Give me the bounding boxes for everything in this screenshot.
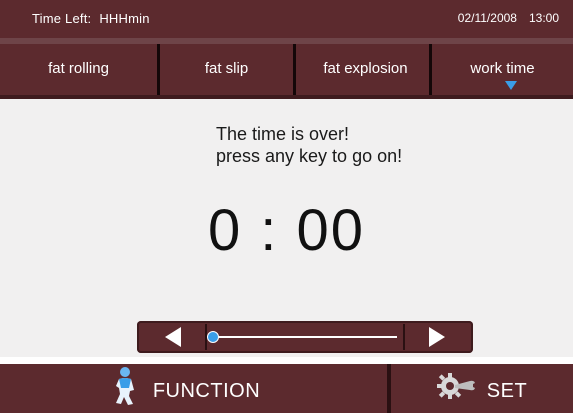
person-icon (113, 366, 139, 412)
slider-track-line (213, 336, 397, 338)
bottom-bar: FUNCTION SET (0, 364, 573, 413)
tab-label: fat explosion (323, 60, 408, 77)
function-button[interactable]: FUNCTION (0, 364, 387, 413)
tab-work-time[interactable]: work time (432, 44, 573, 95)
set-button-label: SET (486, 380, 528, 402)
message-line-1: The time is over! (216, 124, 350, 144)
message-line-2: press any key to go on! (216, 146, 403, 166)
tab-bar: fat rolling fat slip fat explosion work … (0, 44, 573, 95)
status-time: 13:00 (528, 11, 559, 25)
set-button[interactable]: SET (391, 364, 573, 413)
time-left: Time Left: HHHmin (32, 11, 150, 26)
slider[interactable] (137, 321, 473, 353)
device-screen: Time Left: HHHmin 02/11/2008 13:00 fat rol… (0, 0, 573, 413)
slider-track[interactable] (207, 324, 403, 350)
arrow-left-icon (165, 327, 181, 347)
arrow-right-icon (429, 327, 445, 347)
slider-left-button[interactable] (141, 324, 207, 350)
main-content: The time is over! press any key to go on… (0, 99, 573, 357)
tab-fat-rolling[interactable]: fat rolling (0, 44, 160, 95)
slider-thumb[interactable] (207, 331, 219, 343)
tab-fat-slip[interactable]: fat slip (160, 44, 296, 95)
clock: 02/11/2008 13:00 (458, 11, 559, 25)
time-left-value: HHHmin (99, 11, 150, 26)
gear-wrench-icon (436, 370, 477, 408)
time-left-label: Time Left: (32, 11, 92, 26)
tab-fat-explosion[interactable]: fat explosion (296, 44, 432, 95)
status-date: 02/11/2008 (457, 11, 517, 25)
function-button-label: FUNCTION (152, 380, 261, 402)
tab-label: fat rolling (48, 60, 109, 77)
tab-label: fat slip (204, 60, 249, 77)
message: The time is over! press any key to go on… (216, 123, 402, 167)
tab-label: work time (470, 60, 535, 77)
timer-display: 0 : 00 (207, 198, 366, 263)
status-bar: Time Left: HHHmin 02/11/2008 13:00 (0, 0, 573, 38)
selected-tab-indicator-icon (504, 81, 517, 90)
slider-right-button[interactable] (403, 324, 469, 350)
